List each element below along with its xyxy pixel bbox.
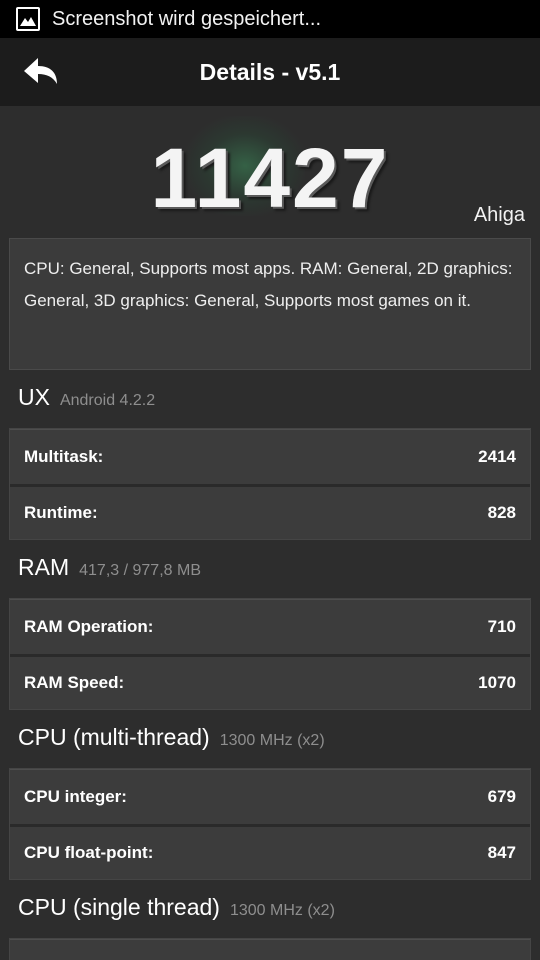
section-header: UX Android 4.2.2: [0, 370, 540, 428]
section-title: CPU (multi-thread): [18, 724, 210, 750]
status-bar: Screenshot wird gespeichert...: [0, 0, 540, 38]
score-label: CPU integer:: [24, 787, 127, 806]
benchmark-sections: UX Android 4.2.2 Multitask: 2414 Runtime: 828…: [0, 370, 540, 960]
section-subtitle: 417,3 / 977,8 MB: [79, 562, 201, 579]
section-group: CPU integer: 679 CPU float-point: 847: [9, 768, 531, 880]
section-group: CPU integer:830: [9, 938, 531, 960]
score-row[interactable]: RAM Operation: 710: [10, 599, 530, 654]
section-subtitle: 1300 MHz (x2): [229, 902, 335, 919]
score-label: Runtime:: [24, 503, 98, 522]
section-title: RAM: [18, 554, 70, 580]
score-area: 11427 Ahiga: [0, 106, 540, 236]
score-label: Multitask:: [24, 447, 104, 466]
section-subtitle: Android 4.2.2: [59, 392, 156, 409]
section-group: RAM Operation: 710 RAM Speed: 1070: [9, 598, 531, 710]
score-row[interactable]: RAM Speed: 1070: [10, 654, 530, 709]
score-value: 2414: [478, 447, 516, 466]
total-score: 11427: [150, 131, 390, 225]
score-row[interactable]: CPU integer:830: [10, 939, 530, 960]
score-row[interactable]: Multitask: 2414: [10, 429, 530, 484]
score-label: RAM Operation:: [24, 617, 154, 636]
score-value: 828: [487, 503, 516, 522]
score-row[interactable]: CPU float-point: 847: [10, 824, 530, 879]
score-label: RAM Speed:: [24, 673, 125, 692]
device-name: Ahiga: [473, 204, 525, 226]
score-value: 1070: [478, 673, 516, 692]
score-row[interactable]: CPU integer: 679: [10, 769, 530, 824]
score-value: 847: [487, 843, 516, 862]
score-row[interactable]: Runtime: 828: [10, 484, 530, 539]
score-description: CPU: General, Supports most apps. RAM: G…: [9, 238, 531, 370]
score-value: 710: [487, 617, 516, 636]
back-arrow-icon[interactable]: [22, 56, 60, 88]
section-subtitle: 1300 MHz (x2): [219, 732, 325, 749]
section-title: CPU (single thread): [18, 894, 220, 920]
details-content[interactable]: 11427 Ahiga CPU: General, Supports most …: [0, 106, 540, 960]
score-label: CPU float-point:: [24, 843, 154, 862]
section-header: CPU (multi-thread) 1300 MHz (x2): [0, 710, 540, 768]
image-icon: [16, 7, 40, 31]
section-title: UX: [18, 384, 50, 410]
notification-text: Screenshot wird gespeichert...: [52, 7, 322, 30]
section-group: Multitask: 2414 Runtime: 828: [9, 428, 531, 540]
page-title: Details - v5.1: [199, 58, 341, 85]
score-value: 679: [487, 787, 516, 806]
action-bar: Details - v5.1: [0, 38, 540, 106]
section-header: CPU (single thread) 1300 MHz (x2): [0, 880, 540, 938]
section-header: RAM 417,3 / 977,8 MB: [0, 540, 540, 598]
